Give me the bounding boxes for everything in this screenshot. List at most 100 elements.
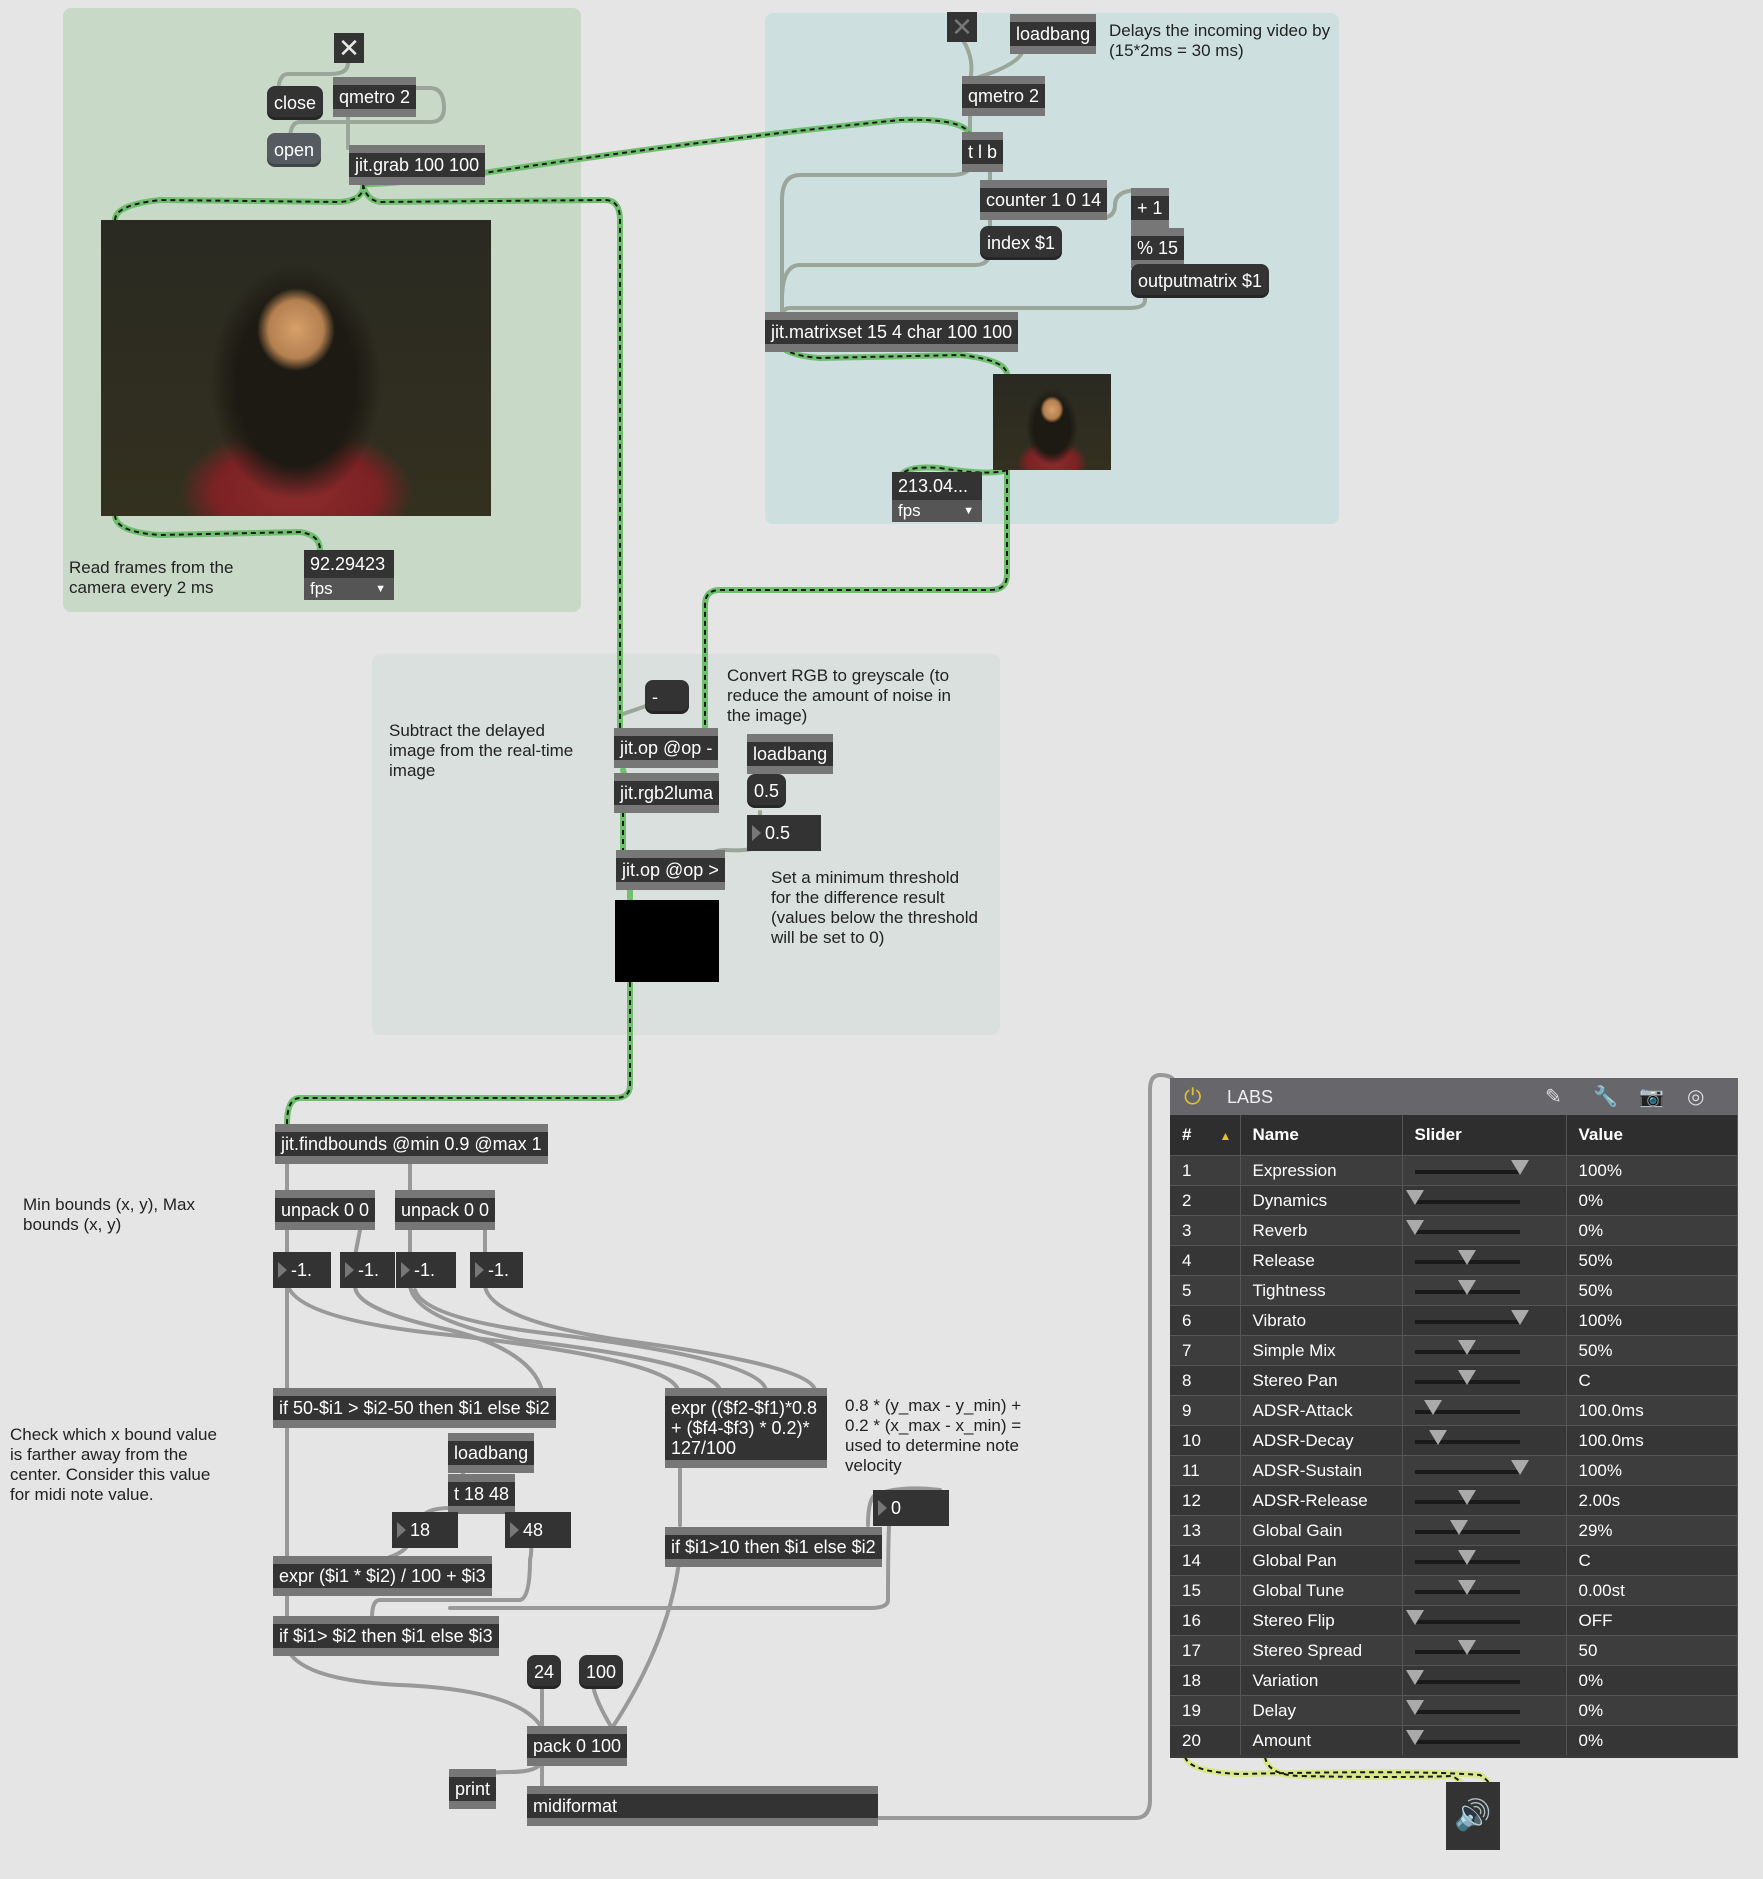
jit-op-greater-object[interactable]: jit.op @op > <box>616 850 725 890</box>
parameter-slider[interactable] <box>1402 1215 1567 1246</box>
plus-object[interactable]: + 1 <box>1131 188 1169 228</box>
close-message[interactable]: close <box>267 86 324 120</box>
capture-toggle[interactable]: ✕ <box>334 33 364 63</box>
slider-track[interactable] <box>1414 1620 1520 1624</box>
if-velocity-object[interactable]: if $i1>10 then $i1 else $i2 <box>665 1527 882 1567</box>
bound-number-xmin[interactable]: -1. <box>273 1252 331 1288</box>
slider-track[interactable] <box>1414 1170 1520 1174</box>
slider-thumb[interactable] <box>1458 1580 1476 1595</box>
jit-rgb2luma-object[interactable]: jit.rgb2luma <box>614 773 720 813</box>
qmetro-object-delay[interactable]: qmetro 2 <box>962 76 1046 116</box>
slider-track[interactable] <box>1414 1230 1520 1234</box>
parameter-slider[interactable] <box>1402 1485 1567 1516</box>
parameter-slider[interactable] <box>1402 1725 1567 1755</box>
fps-unit-dropdown[interactable]: fps ▼ <box>304 578 394 600</box>
audio-output-button[interactable]: 🔊 <box>1446 1782 1500 1850</box>
loadbang-object[interactable]: loadbang <box>1010 14 1097 54</box>
wrench-icon[interactable]: 🔧 <box>1593 1084 1618 1109</box>
message-24[interactable]: 24 <box>527 1655 562 1689</box>
number-48[interactable]: 48 <box>505 1512 571 1548</box>
print-object[interactable]: print <box>449 1769 497 1809</box>
column-header-value[interactable]: Value <box>1566 1115 1738 1156</box>
loadbang-object[interactable]: loadbang <box>448 1433 535 1473</box>
column-header-slider[interactable]: Slider <box>1402 1115 1567 1156</box>
slider-thumb[interactable] <box>1510 1160 1529 1175</box>
qmetro-object[interactable]: qmetro 2 <box>333 77 417 117</box>
open-message[interactable]: open <box>267 133 322 167</box>
parameter-slider[interactable] <box>1402 1335 1567 1366</box>
parameter-slider[interactable] <box>1402 1365 1567 1396</box>
bound-number-ymin[interactable]: -1. <box>340 1252 395 1288</box>
slider-thumb[interactable] <box>1405 1730 1424 1745</box>
slider-thumb[interactable] <box>1510 1460 1529 1475</box>
parameter-slider[interactable] <box>1402 1455 1567 1486</box>
jit-op-minus-object[interactable]: jit.op @op - <box>614 728 719 768</box>
if-note-object[interactable]: if $i1> $i2 then $i1 else $i3 <box>273 1616 499 1656</box>
slider-thumb[interactable] <box>1405 1610 1424 1625</box>
message-100[interactable]: 100 <box>579 1655 624 1689</box>
slider-track[interactable] <box>1414 1680 1520 1684</box>
if-x-bound-object[interactable]: if 50-$i1 > $i2-50 then $i1 else $i2 <box>273 1388 556 1428</box>
slider-thumb[interactable] <box>1458 1550 1476 1565</box>
expr-note-object[interactable]: expr ($i1 * $i2) / 100 + $i3 <box>273 1556 492 1596</box>
fps-unit-dropdown[interactable]: fps ▼ <box>892 500 982 522</box>
parameter-slider[interactable] <box>1402 1665 1567 1696</box>
modulo-object[interactable]: % 15 <box>1131 228 1185 268</box>
counter-object[interactable]: counter 1 0 14 <box>980 180 1108 220</box>
parameter-slider[interactable] <box>1402 1425 1567 1456</box>
slider-thumb[interactable] <box>1458 1370 1476 1385</box>
velocity-fallback-number[interactable]: 0 <box>873 1490 949 1526</box>
slider-thumb[interactable] <box>1458 1640 1476 1655</box>
column-header-number[interactable]: # ▲ <box>1170 1115 1241 1156</box>
slider-thumb[interactable] <box>1405 1190 1424 1205</box>
delay-toggle[interactable]: ✕ <box>947 12 977 42</box>
slider-thumb[interactable] <box>1405 1700 1424 1715</box>
slider-track[interactable] <box>1414 1200 1520 1204</box>
parameter-slider[interactable] <box>1402 1305 1567 1336</box>
slider-track[interactable] <box>1414 1710 1520 1714</box>
parameter-slider[interactable] <box>1402 1605 1567 1636</box>
minus-message[interactable]: - <box>645 680 689 714</box>
jit-matrixset-object[interactable]: jit.matrixset 15 4 char 100 100 <box>765 312 1019 352</box>
slider-track[interactable] <box>1414 1470 1520 1474</box>
power-icon[interactable]: ⏻ <box>1184 1084 1201 1110</box>
parameter-slider[interactable] <box>1402 1395 1567 1426</box>
index-message[interactable]: index $1 <box>980 226 1063 260</box>
parameter-slider[interactable] <box>1402 1185 1567 1216</box>
pack-object[interactable]: pack 0 100 <box>527 1726 628 1766</box>
pencil-icon[interactable]: ✎ <box>1545 1084 1562 1109</box>
slider-thumb[interactable] <box>1458 1280 1476 1295</box>
outputmatrix-message[interactable]: outputmatrix $1 <box>1131 264 1270 298</box>
slider-thumb[interactable] <box>1458 1340 1476 1355</box>
trigger-object-18-48[interactable]: t 18 48 <box>448 1474 516 1514</box>
unpack-object-min[interactable]: unpack 0 0 <box>275 1190 376 1230</box>
unpack-object-max[interactable]: unpack 0 0 <box>395 1190 496 1230</box>
parameter-slider[interactable] <box>1402 1575 1567 1606</box>
column-header-name[interactable]: Name <box>1240 1115 1403 1156</box>
slider-thumb[interactable] <box>1458 1490 1476 1505</box>
threshold-message[interactable]: 0.5 <box>747 774 787 808</box>
slider-track[interactable] <box>1414 1320 1520 1324</box>
parameter-slider[interactable] <box>1402 1695 1567 1726</box>
slider-track[interactable] <box>1414 1740 1520 1744</box>
midiformat-object[interactable]: midiformat <box>527 1786 878 1826</box>
slider-thumb[interactable] <box>1428 1430 1447 1445</box>
expr-velocity-object[interactable]: expr (($f2-$f1)*0.8 + ($f4-$f3) * 0.2)* … <box>665 1388 827 1468</box>
parameter-slider[interactable] <box>1402 1245 1567 1276</box>
slider-thumb[interactable] <box>1405 1670 1424 1685</box>
parameter-slider[interactable] <box>1402 1155 1567 1186</box>
slider-thumb[interactable] <box>1510 1310 1529 1325</box>
trigger-object[interactable]: t l b <box>962 132 1004 172</box>
threshold-number[interactable]: 0.5 <box>747 815 821 851</box>
parameter-slider[interactable] <box>1402 1515 1567 1546</box>
bound-number-ymax[interactable]: -1. <box>470 1252 523 1288</box>
bound-number-xmax[interactable]: -1. <box>396 1252 456 1288</box>
slider-thumb[interactable] <box>1449 1520 1468 1535</box>
parameter-slider[interactable] <box>1402 1275 1567 1306</box>
loadbang-object[interactable]: loadbang <box>747 734 834 774</box>
jit-findbounds-object[interactable]: jit.findbounds @min 0.9 @max 1 <box>275 1124 548 1164</box>
slider-thumb[interactable] <box>1424 1400 1443 1415</box>
number-18[interactable]: 18 <box>392 1512 458 1548</box>
parameter-slider[interactable] <box>1402 1635 1567 1666</box>
parameter-slider[interactable] <box>1402 1545 1567 1576</box>
